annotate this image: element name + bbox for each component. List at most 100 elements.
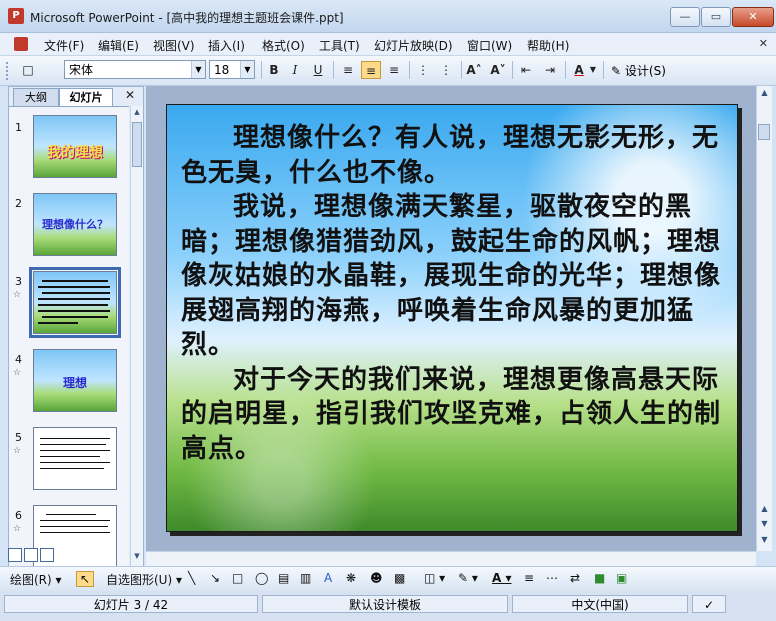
italic-button[interactable]: I bbox=[285, 61, 305, 79]
bold-button[interactable]: B bbox=[264, 61, 284, 79]
tab-outline[interactable]: 大纲 bbox=[13, 88, 59, 106]
textbox-icon[interactable]: ▤ bbox=[278, 571, 289, 585]
menu-window[interactable]: 窗口(W) bbox=[467, 37, 512, 54]
new-document-icon[interactable]: □ bbox=[18, 61, 38, 79]
arrow-style-icon[interactable]: ⇄ bbox=[570, 571, 580, 585]
bullet-list-icon[interactable]: ⋮ bbox=[436, 61, 456, 79]
slide-thumbnail-1[interactable]: 我的理想 bbox=[33, 115, 117, 178]
menu-edit[interactable]: 编辑(E) bbox=[98, 37, 139, 54]
next-slide-icon[interactable]: ▼ bbox=[757, 519, 772, 528]
slide-thumbnail-5[interactable] bbox=[33, 427, 117, 490]
menu-view[interactable]: 视图(V) bbox=[153, 37, 195, 54]
select-pointer-icon[interactable]: ↖ bbox=[76, 571, 95, 587]
dash-style-icon[interactable]: ⋯ bbox=[546, 571, 558, 585]
pane-close-icon[interactable]: ✕ bbox=[125, 88, 135, 102]
design-template: 默认设计模板 bbox=[262, 595, 508, 613]
maximize-button[interactable]: ▭ bbox=[701, 7, 731, 27]
thumb-text-line bbox=[42, 292, 110, 294]
slide-thumbnail-2[interactable]: 理想像什么？ bbox=[33, 193, 117, 256]
chevron-down-icon[interactable]: ▼ bbox=[240, 61, 254, 78]
chevron-down-icon[interactable]: ▼ bbox=[191, 61, 205, 78]
line-icon[interactable]: ╲ bbox=[188, 571, 195, 585]
design-button[interactable]: ✎ 设计(S) bbox=[611, 62, 666, 79]
thumb-title: 理想 bbox=[62, 376, 87, 390]
thumb-text-line bbox=[40, 532, 110, 533]
document-icon[interactable] bbox=[14, 37, 28, 51]
increase-font-icon[interactable]: A˄ bbox=[464, 61, 484, 79]
design-icon: ✎ bbox=[611, 64, 622, 78]
thumb-text-line bbox=[42, 280, 108, 282]
current-slide[interactable]: 理想像什么？有人说，理想无影无形，无色无臭，什么也不像。 我说，理想像满天繁星，… bbox=[166, 104, 738, 532]
slide-thumbnail-4[interactable]: 理想 bbox=[33, 349, 117, 412]
font-color-icon[interactable]: A ▾ bbox=[492, 571, 512, 585]
separator bbox=[512, 61, 513, 79]
minimize-button[interactable]: — bbox=[670, 7, 700, 27]
scrollbar-thumb[interactable] bbox=[132, 122, 142, 167]
animation-star-icon: ☆ bbox=[13, 446, 22, 456]
spellcheck-icon[interactable]: ✓ bbox=[692, 595, 726, 613]
increase-indent-icon[interactable]: ⇥ bbox=[540, 61, 560, 79]
scroll-up-icon[interactable]: ▲ bbox=[132, 108, 142, 120]
slide-paragraph-3: 对于今天的我们来说，理想更像高悬天际的启明星，指引我们攻坚克难，占领人生的制高点… bbox=[181, 364, 722, 464]
menu-slideshow[interactable]: 幻灯片放映(D) bbox=[374, 37, 453, 54]
horizontal-scrollbar[interactable] bbox=[146, 551, 756, 566]
rectangle-icon[interactable]: □ bbox=[232, 571, 243, 585]
thumb-text-line bbox=[38, 310, 110, 312]
menu-insert[interactable]: 插入(I) bbox=[208, 37, 245, 54]
slide-number: 1 bbox=[15, 121, 22, 134]
thumbnail-scrollbar[interactable]: ▲ ▼ bbox=[130, 106, 143, 566]
slide-thumbnail-3[interactable] bbox=[29, 267, 121, 338]
thumb-text-line bbox=[38, 304, 108, 306]
menu-help[interactable]: 帮助(H) bbox=[527, 37, 569, 54]
separator bbox=[261, 61, 262, 79]
animation-star-icon: ☆ bbox=[13, 290, 22, 300]
decrease-indent-icon[interactable]: ⇤ bbox=[516, 61, 536, 79]
vertical-textbox-icon[interactable]: ▥ bbox=[300, 571, 311, 585]
previous-slide-icon[interactable]: ▲ bbox=[757, 504, 772, 513]
shadow-icon[interactable]: ■ bbox=[594, 571, 605, 585]
menu-tools[interactable]: 工具(T) bbox=[319, 37, 360, 54]
scroll-down-icon[interactable]: ▼ bbox=[757, 535, 772, 544]
tab-slides[interactable]: 幻灯片 bbox=[59, 88, 113, 106]
font-name-select[interactable]: 宋体 ▼ bbox=[64, 60, 206, 79]
menu-format[interactable]: 格式(O) bbox=[262, 37, 305, 54]
draw-label: 绘图(R) bbox=[10, 573, 52, 587]
font-color-icon[interactable]: A bbox=[569, 61, 589, 79]
underline-button[interactable]: U bbox=[308, 61, 328, 79]
doc-close-icon[interactable]: ✕ bbox=[759, 37, 768, 50]
draw-menu-button[interactable]: 绘图(R) ▾ bbox=[10, 571, 62, 588]
picture-icon[interactable]: ▩ bbox=[394, 571, 405, 585]
menu-file[interactable]: 文件(F) bbox=[44, 37, 84, 54]
3d-icon[interactable]: ▣ bbox=[616, 571, 627, 585]
scrollbar-thumb[interactable] bbox=[758, 124, 770, 140]
toolbar-grip[interactable] bbox=[6, 62, 11, 80]
font-size-select[interactable]: 18 ▼ bbox=[209, 60, 255, 79]
scroll-up-icon[interactable]: ▲ bbox=[757, 88, 772, 97]
normal-view-icon[interactable] bbox=[8, 548, 22, 562]
chevron-down-icon[interactable]: ▼ bbox=[588, 61, 598, 79]
slide-scrollbar[interactable]: ▲ ▲ ▼ ▼ bbox=[756, 86, 772, 551]
arrow-icon[interactable]: ↘ bbox=[210, 571, 220, 585]
close-button[interactable]: ✕ bbox=[732, 7, 774, 27]
align-center-icon[interactable]: ≡ bbox=[361, 61, 381, 79]
slide-sorter-icon[interactable] bbox=[24, 548, 38, 562]
slideshow-icon[interactable] bbox=[40, 548, 54, 562]
line-style-icon[interactable]: ≡ bbox=[524, 571, 534, 585]
clipart-icon[interactable]: ☻ bbox=[370, 571, 383, 585]
align-right-icon[interactable]: ≡ bbox=[384, 61, 404, 79]
align-left-icon[interactable]: ≡ bbox=[338, 61, 358, 79]
autoshapes-button[interactable]: 自选图形(U) ▾ bbox=[106, 571, 182, 588]
line-color-icon[interactable]: ✎ ▾ bbox=[458, 571, 478, 585]
oval-icon[interactable]: ◯ bbox=[255, 571, 268, 585]
thumb-text-line bbox=[40, 526, 108, 527]
fill-color-icon[interactable]: ◫ ▾ bbox=[424, 571, 445, 585]
powerpoint-icon[interactable]: P bbox=[8, 8, 24, 24]
numbered-list-icon[interactable]: ⋮ bbox=[413, 61, 433, 79]
scroll-down-icon[interactable]: ▼ bbox=[132, 552, 142, 564]
diagram-icon[interactable]: ❋ bbox=[346, 571, 356, 585]
slide-body-text[interactable]: 理想像什么？有人说，理想无影无形，无色无臭，什么也不像。 我说，理想像满天繁星，… bbox=[181, 121, 721, 466]
design-label: 设计(S) bbox=[624, 64, 666, 78]
wordart-icon[interactable]: A bbox=[324, 571, 332, 585]
font-size-value: 18 bbox=[214, 63, 230, 77]
decrease-font-icon[interactable]: A˅ bbox=[488, 61, 508, 79]
